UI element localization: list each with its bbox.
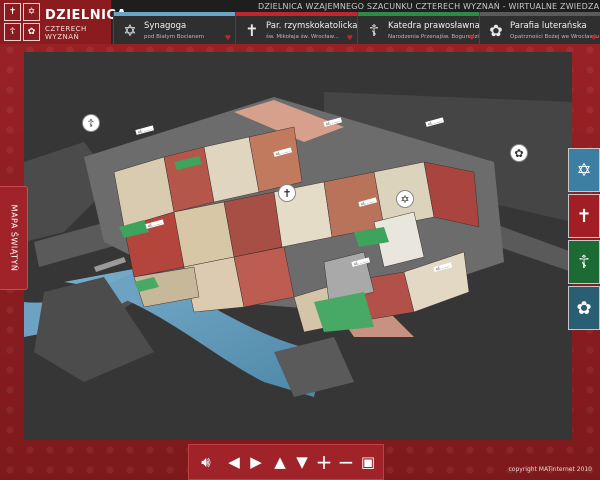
arrow-left-icon: ◀ <box>228 452 240 471</box>
logo-subtitle: CZTERECH WYZNAŃ <box>45 25 87 41</box>
tab-stripe <box>480 12 600 16</box>
orthodox-cross-icon: ☦ <box>578 251 590 273</box>
tab-synagoga[interactable]: ✡ Synagoga pod Białym Bocianem ♥ <box>113 12 235 44</box>
map-illustration <box>24 52 572 440</box>
luther-rose-icon: ✿ <box>489 20 503 40</box>
fullscreen-icon: ▣ <box>360 452 376 471</box>
city-map-3d[interactable]: ul. ...... ul. ...... ul. ...... ul. ...… <box>24 52 572 440</box>
logo-symbols: ✝ ✡ ☦ ✿ <box>4 3 40 41</box>
star-of-david-icon: ✡ <box>123 20 137 40</box>
star-of-david-icon: ✡ <box>576 159 592 181</box>
tab-stripe <box>358 12 479 16</box>
tab-luteranska[interactable]: ✿ Parafia luterańska Opatrzności Bożej w… <box>479 12 600 44</box>
tab-stripe <box>236 12 357 16</box>
map-pin-lutheran[interactable]: ✿ <box>510 144 528 162</box>
logo-rose-icon: ✿ <box>23 23 40 41</box>
pan-down-button[interactable]: ▼ <box>293 453 311 471</box>
filter-luteranska-button[interactable]: ✿ <box>568 286 600 330</box>
tab-stripe <box>114 12 235 16</box>
zoom-in-button[interactable]: + <box>315 450 333 474</box>
sound-button[interactable]: 🔊︎ <box>197 453 215 471</box>
latin-cross-icon: ✝ <box>245 20 259 40</box>
tab-prawoslawna[interactable]: ☦ Katedra prawosławna Narodzenia Przenaj… <box>357 12 485 44</box>
arrow-up-icon: ▲ <box>274 452 286 471</box>
logo-cross-icon: ✝ <box>4 3 21 21</box>
pan-left-button[interactable]: ◀ <box>225 453 243 471</box>
logo-orthodox-cross-icon: ☦ <box>4 23 21 41</box>
arrow-right-icon: ▶ <box>250 452 262 471</box>
pan-up-button[interactable]: ▲ <box>271 453 289 471</box>
zoom-out-button[interactable]: − <box>337 450 355 474</box>
tab-title: Parafia luterańska <box>510 21 587 31</box>
luther-rose-icon: ✿ <box>514 146 524 160</box>
orthodox-cross-icon: ☦ <box>87 116 95 130</box>
minus-icon: − <box>337 450 355 474</box>
tagline: DZIELNICA WZAJEMNEGO SZACUNKU CZTERECH W… <box>258 2 600 11</box>
logo-star-icon: ✡ <box>23 3 40 21</box>
star-of-david-icon: ✡ <box>400 192 410 206</box>
map-pin-orthodox[interactable]: ☦ <box>82 114 100 132</box>
side-tab-map[interactable]: MAPA ŚWIĄTYŃ <box>0 186 28 290</box>
speaker-icon: 🔊︎ <box>201 452 211 471</box>
orthodox-cross-icon: ☦ <box>368 20 380 40</box>
logo[interactable]: ✝ ✡ ☦ ✿ DZIELNICA CZTERECH WYZNAŃ <box>0 0 127 44</box>
side-tab-label: MAPA ŚWIĄTYŃ <box>9 204 18 272</box>
pan-right-button[interactable]: ▶ <box>247 453 265 471</box>
tab-subtitle: św. Mikołaja św. Wrocław... <box>266 34 339 40</box>
latin-cross-icon: ✝ <box>282 186 292 200</box>
copyright: copyright MATinternet 2010 <box>508 466 592 473</box>
tab-katolicka[interactable]: ✝ Par. rzymskokatolicka św. Mikołaja św.… <box>235 12 357 44</box>
tab-subtitle: pod Białym Bocianem <box>144 34 204 40</box>
filter-katolicka-button[interactable]: ✝ <box>568 194 600 238</box>
heart-icon: ♥ <box>590 34 597 42</box>
tab-title: Par. rzymskokatolicka <box>266 21 358 31</box>
fullscreen-button[interactable]: ▣ <box>359 453 377 471</box>
tab-title: Synagoga <box>144 21 187 31</box>
map-pin-synagogue[interactable]: ✡ <box>396 190 414 208</box>
arrow-down-icon: ▼ <box>296 452 308 471</box>
luther-rose-icon: ✿ <box>576 297 592 319</box>
latin-cross-icon: ✝ <box>576 205 592 227</box>
filter-synagoga-button[interactable]: ✡ <box>568 148 600 192</box>
tab-title: Katedra prawosławna <box>388 21 480 31</box>
filter-prawoslawna-button[interactable]: ☦ <box>568 240 600 284</box>
heart-icon: ♥ <box>224 34 231 42</box>
heart-icon: ♥ <box>346 34 353 42</box>
tab-subtitle: Opatrzności Bożej we Wrocławiu <box>510 34 599 40</box>
map-controls: 🔊︎ ◀ ▶ ▲ ▼ + − ▣ <box>188 444 384 480</box>
header: DZIELNICA WZAJEMNEGO SZACUNKU CZTERECH W… <box>0 0 600 44</box>
plus-icon: + <box>315 450 333 474</box>
map-pin-catholic[interactable]: ✝ <box>278 184 296 202</box>
heart-icon: ♥ <box>468 34 475 42</box>
